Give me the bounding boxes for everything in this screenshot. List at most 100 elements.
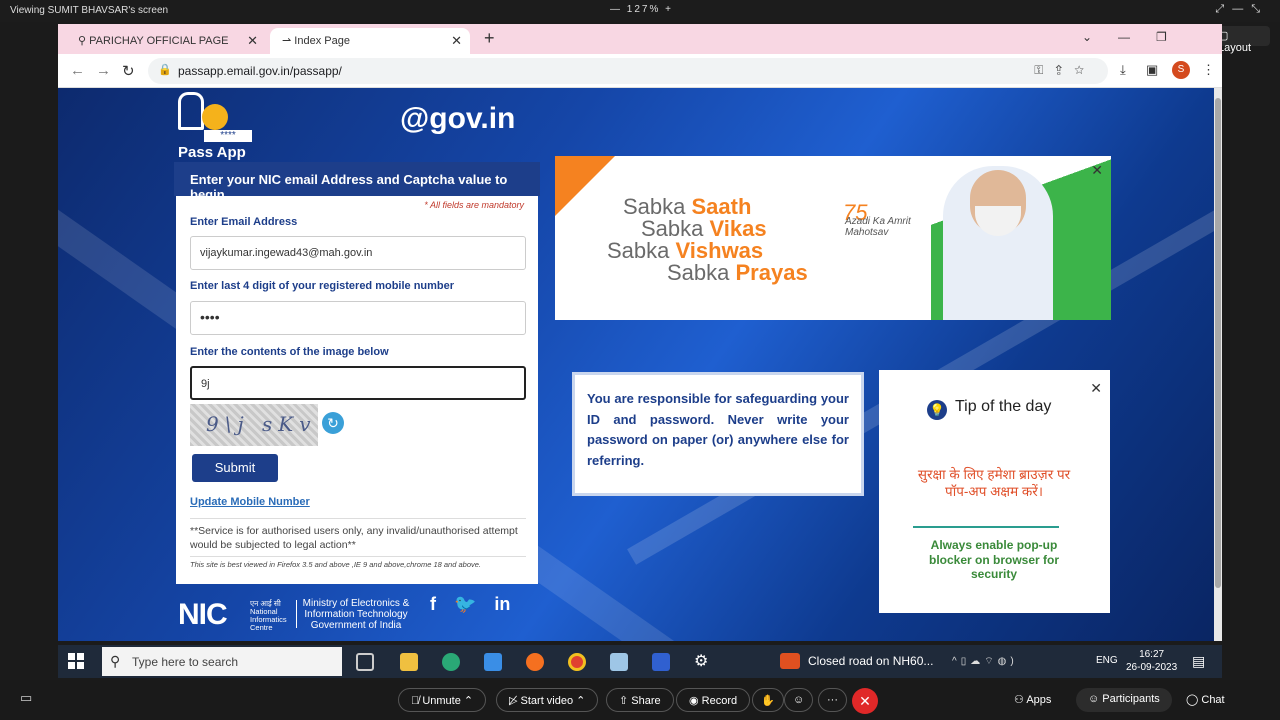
window-controls[interactable]: ⤢—⤡ (1215, 3, 1268, 16)
menu-icon[interactable]: ⋮ (1202, 62, 1215, 78)
tab-icon: ⇀ (282, 35, 295, 47)
amrit-mahotsav-logo: Azadi Ka Amrit Mahotsav (845, 216, 911, 238)
search-placeholder: Type here to search (132, 655, 239, 669)
sidepanel-icon[interactable]: ▣ (1146, 62, 1158, 78)
start-video-button[interactable]: ▷̸ Start video ⌃ (496, 688, 599, 712)
clock[interactable]: 16:27 26-09-2023 (1126, 648, 1177, 674)
share-button[interactable]: ⇧ Share (606, 688, 674, 712)
captions-icon[interactable]: ▭ (20, 690, 32, 706)
zoom-level-control[interactable]: — 127% + (610, 4, 673, 15)
service-note: **Service is for authorised users only, … (190, 525, 518, 551)
ministry-text: Ministry of Electronics & Information Te… (302, 598, 410, 631)
linkedin-icon[interactable]: in (494, 594, 510, 614)
start-video-label: Start video (520, 695, 574, 707)
back-icon[interactable]: ← (70, 62, 85, 79)
captcha-label: Enter the contents of the image below (190, 346, 389, 358)
twitter-icon[interactable]: 🐦 (454, 594, 476, 614)
chat-button[interactable]: ◯ Chat (1186, 693, 1225, 706)
profile-avatar[interactable]: S (1172, 61, 1190, 79)
divider (913, 526, 1059, 528)
search-icon: ⚲ (110, 653, 121, 669)
taskbar-search[interactable]: ⚲ Type here to search (102, 647, 342, 676)
scrollbar-thumb[interactable] (1215, 98, 1221, 588)
mandatory-note: * All fields are mandatory (424, 200, 524, 210)
record-button[interactable]: ◉ Record (676, 688, 751, 712)
mic-off-icon: 🎙̸ (411, 695, 423, 707)
settings-icon[interactable]: ⚙ (694, 651, 708, 671)
windows-taskbar: ⚲ Type here to search ⚙ Closed road on N… (58, 645, 1222, 678)
task-view-icon[interactable] (356, 653, 374, 671)
share-label: Share (631, 695, 661, 707)
captcha-input[interactable]: 9j (190, 366, 526, 400)
share-icon: ⇧ (619, 695, 632, 707)
tab-bar: ⚲ PARICHAY OFFICIAL PAGE ✕ ⇀ Index Page … (58, 24, 1222, 54)
update-mobile-link[interactable]: Update Mobile Number (190, 496, 310, 508)
clock-date: 26-09-2023 (1126, 662, 1178, 673)
close-banner-icon[interactable]: ✕ (1091, 162, 1103, 179)
close-tab-icon[interactable]: ✕ (451, 33, 462, 49)
window-buttons[interactable]: ⌄—❐ (1082, 30, 1193, 44)
video-off-icon: ▷̸ (509, 695, 521, 707)
windows-start-icon[interactable] (68, 653, 84, 669)
email-field[interactable]: vijaykumar.ingewad43@mah.gov.in (190, 236, 526, 270)
reload-icon[interactable]: ↻ (122, 62, 135, 80)
divider (190, 556, 526, 557)
mobile-label: Enter last 4 digit of your registered mo… (190, 280, 455, 292)
tip-hindi-text: सुरक्षा के लिए हमेशा ब्राउज़र पर पॉप-अप … (917, 467, 1071, 499)
raise-hand-button[interactable]: ✋ (752, 688, 784, 712)
leave-meeting-button[interactable]: ✕ (852, 688, 878, 714)
address-bar: ← → ↻ 🔒 passapp.email.gov.in/passapp/ ⚿⇪… (58, 54, 1222, 88)
record-label: Record (701, 695, 738, 707)
news-ticker[interactable]: Closed road on NH60... (808, 654, 933, 668)
notifications-icon[interactable]: ▤ (1192, 653, 1205, 670)
shared-screen: ⚲ PARICHAY OFFICIAL PAGE ✕ ⇀ Index Page … (58, 24, 1222, 641)
tab-parichay[interactable]: ⚲ PARICHAY OFFICIAL PAGE ✕ (66, 28, 266, 54)
tip-title: Tip of the day (955, 398, 1052, 415)
bulb-icon: 💡 (927, 400, 947, 420)
facebook-icon[interactable]: f (430, 594, 436, 614)
tab-icon: ⚲ (78, 35, 90, 47)
unmute-button[interactable]: 🎙̸ Unmute ⌃ (398, 688, 487, 712)
chrome-icon[interactable] (568, 653, 586, 671)
divider (190, 518, 526, 519)
participants-button[interactable]: ☺ Participants (1076, 688, 1172, 712)
reactions-button[interactable]: ☺ (784, 688, 814, 712)
participants-label: Participants (1102, 693, 1160, 705)
mail-icon[interactable] (484, 653, 502, 671)
email-label: Enter Email Address (190, 216, 298, 228)
apps-button[interactable]: ⚇ Apps (1014, 693, 1051, 706)
close-tab-icon[interactable]: ✕ (247, 33, 258, 49)
url-actions[interactable]: ⚿⇪☆ (1034, 63, 1096, 78)
tip-of-the-day: 💡 Tip of the day ✕ सुरक्षा के लिए हमेशा … (879, 370, 1110, 613)
firefox-icon[interactable] (526, 653, 544, 671)
clock-time: 16:27 (1139, 649, 1165, 660)
page-scrollbar[interactable] (1214, 88, 1222, 641)
notes-icon[interactable] (610, 653, 628, 671)
divider (296, 600, 297, 628)
forward-icon[interactable]: → (96, 62, 111, 79)
new-tab-icon[interactable]: + (484, 28, 495, 49)
page-content: **** Pass App @gov.in Enter your NIC ema… (58, 88, 1214, 641)
best-view-note: This site is best viewed in Firefox 3.5 … (190, 560, 482, 569)
lock-icon: 🔒 (158, 64, 172, 76)
edge-icon[interactable] (442, 653, 460, 671)
download-icon[interactable]: ⤓ (1120, 62, 1126, 78)
refresh-captcha-icon[interactable]: ↻ (322, 412, 344, 434)
social-links: f 🐦 in (430, 594, 528, 615)
submit-button[interactable]: Submit (192, 454, 278, 482)
input-language[interactable]: ENG (1096, 655, 1118, 666)
tab-index-page[interactable]: ⇀ Index Page ✕ (270, 28, 470, 54)
record-icon: ◉ (689, 695, 702, 707)
nic-name: एन आई सी National Informatics Centre (250, 599, 287, 632)
file-explorer-icon[interactable] (400, 653, 418, 671)
lock-icon (178, 92, 204, 130)
url-field[interactable]: 🔒 passapp.email.gov.in/passapp/ ⚿⇪☆ (148, 58, 1108, 84)
nic-logo: NIC (178, 598, 228, 631)
apps-label: Apps (1026, 694, 1052, 706)
mobile-digits-field[interactable]: •••• (190, 301, 526, 335)
more-button[interactable]: ··· (818, 688, 847, 712)
banner-line: Sabka Prayas (667, 260, 808, 285)
system-tray-icons[interactable]: ^▯☁⌔◍) (952, 655, 1018, 668)
close-tip-icon[interactable]: ✕ (1090, 380, 1102, 397)
webex-icon[interactable] (652, 653, 670, 671)
